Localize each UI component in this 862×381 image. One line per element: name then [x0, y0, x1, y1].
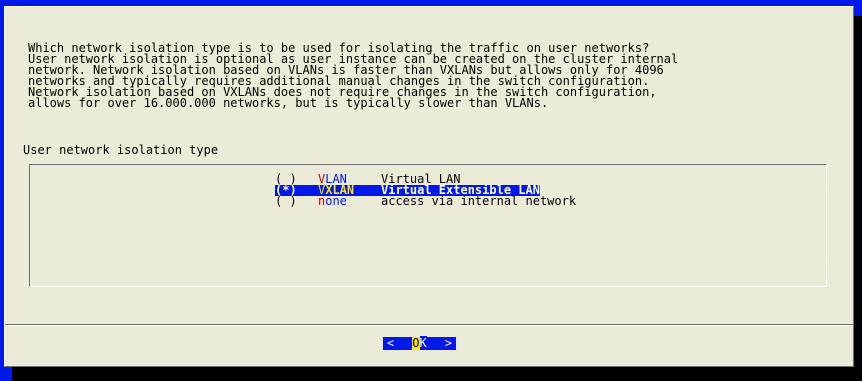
option-list: ( ) VLAN Virtual LAN (*) VXLAN Virtual E… — [29, 164, 827, 287]
list-label: User network isolation type — [23, 143, 219, 157]
ok-label: OK — [412, 336, 427, 350]
button-left-bracket: < — [387, 336, 395, 350]
dialog-description: Which network isolation type is to be us… — [28, 42, 843, 110]
description-line: allows for over 16.000.000 networks, but… — [28, 96, 549, 110]
option-none[interactable]: ( ) none access via internal network — [275, 194, 577, 208]
radio-mark[interactable]: ( ) — [275, 195, 318, 207]
button-right-bracket: > — [444, 336, 452, 350]
button-separator — [5, 324, 853, 326]
option-description: access via internal network — [381, 194, 577, 208]
ok-label-rest: K — [419, 336, 427, 350]
option-tag[interactable]: none — [318, 194, 381, 208]
tag-rest: one — [325, 194, 347, 208]
ok-hotkey: O — [412, 336, 420, 350]
hotkey-letter: n — [318, 194, 326, 208]
ok-button[interactable]: < OK > — [383, 336, 456, 350]
